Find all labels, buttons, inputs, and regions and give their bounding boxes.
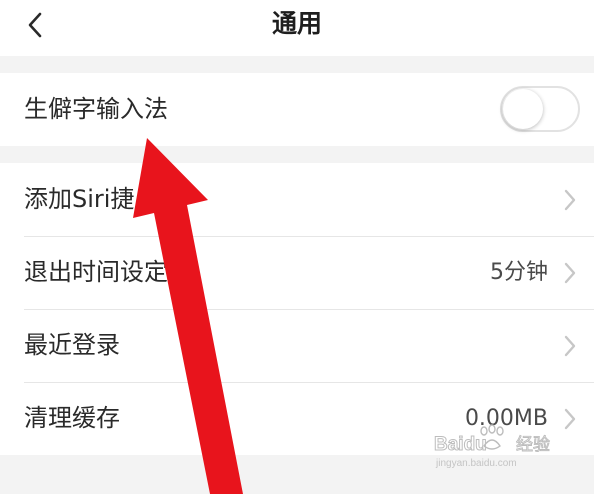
row-label: 添加Siri捷 <box>24 185 135 213</box>
chevron-right-icon <box>564 408 576 430</box>
row-value: 0.00MB <box>464 406 548 431</box>
row-label: 清理缓存 <box>24 404 120 432</box>
watermark-url: jingyan.baidu.com <box>435 458 517 469</box>
row-label: 退出时间设定 <box>24 258 168 286</box>
chevron-right-icon <box>564 189 576 211</box>
row-label: 生僻字输入法 <box>24 95 168 123</box>
page-title: 通用 <box>271 9 322 38</box>
rare-char-input-toggle[interactable] <box>500 86 580 132</box>
settings-list: 添加Siri捷 退出时间设定 5分钟 最近登录 清理缓存 0.00MB <box>0 163 594 455</box>
list-item-clear-cache[interactable]: 清理缓存 0.00MB <box>0 382 594 455</box>
list-item-add-siri[interactable]: 添加Siri捷 <box>0 163 594 236</box>
list-item-logout-time[interactable]: 退出时间设定 5分钟 <box>0 236 594 309</box>
chevron-right-icon <box>564 335 576 357</box>
row-label: 最近登录 <box>24 331 120 359</box>
chevron-right-icon <box>564 262 576 284</box>
navigation-bar: 通用 <box>0 0 594 56</box>
list-item-recent-login[interactable]: 最近登录 <box>0 309 594 382</box>
row-value: 5分钟 <box>490 260 548 285</box>
toggle-knob <box>503 89 543 129</box>
